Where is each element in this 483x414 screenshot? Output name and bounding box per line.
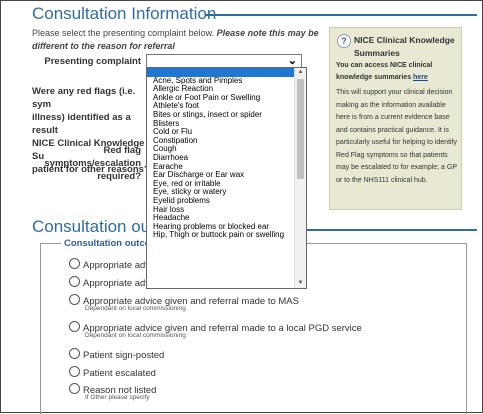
chevron-down-icon: ⌄: [287, 55, 297, 67]
presenting-complaint-label: Presenting complaint: [44, 56, 141, 67]
dropdown-option[interactable]: Blisters: [147, 120, 294, 129]
radio-button[interactable]: [69, 294, 80, 305]
scroll-up-arrow-icon[interactable]: ▲: [295, 68, 306, 77]
dropdown-option[interactable]: Bites or stings, insect or spider: [147, 111, 294, 120]
radio-button[interactable]: [69, 348, 80, 359]
dropdown-option[interactable]: Cough: [147, 145, 294, 154]
intro-text: Please select the presenting complaint b…: [32, 28, 319, 51]
outcome-option-advice-2[interactable]: Appropriate advic: [69, 273, 157, 291]
dropdown-option[interactable]: Eye, red or irritable: [147, 180, 294, 189]
nice-info-box: ? NICE Clinical Knowledge Summaries You …: [329, 27, 462, 210]
section-divider: [205, 14, 477, 16]
dropdown-option[interactable]: Diarrhoea: [147, 154, 294, 163]
dropdown-option[interactable]: Acne, Spots and Pimples: [147, 77, 294, 86]
outcome-note-pgd: Dependant on local commissioning: [85, 332, 186, 339]
dropdown-option[interactable]: Headache: [147, 214, 294, 223]
outcome-option-signposted[interactable]: Patient sign-posted: [69, 345, 164, 363]
radio-button[interactable]: [69, 383, 80, 394]
radio-button[interactable]: [69, 258, 80, 269]
dropdown-scrollbar[interactable]: ▲ ▼: [294, 68, 306, 288]
nice-cks-link[interactable]: here: [413, 74, 428, 81]
outcome-note-other: If Other please specify: [85, 394, 150, 401]
dropdown-option[interactable]: Constipation: [147, 137, 294, 146]
nice-box-title: NICE Clinical Knowledge Summaries: [354, 35, 455, 58]
help-icon: ?: [337, 34, 351, 48]
scroll-down-arrow-icon[interactable]: ▼: [295, 279, 306, 288]
dropdown-option[interactable]: Hearing problems or blocked ear: [147, 223, 294, 232]
nice-box-body: This will support your clinical decision…: [336, 89, 458, 184]
dropdown-option[interactable]: Eye, sticky or watery: [147, 188, 294, 197]
dropdown-option[interactable]: Cold or Flu: [147, 128, 294, 137]
radio-button[interactable]: [69, 321, 80, 332]
dropdown-option[interactable]: [147, 68, 294, 77]
dropdown-options: Acne, Spots and Pimples Allergic Reaction…: [147, 68, 294, 240]
outcome-note-mas: Dependant on local commissioning: [85, 305, 186, 312]
dropdown-option[interactable]: Ankle or Foot Pain or Swelling: [147, 94, 294, 103]
outcome-option-advice-1[interactable]: Appropriate advic: [69, 255, 157, 273]
radio-button[interactable]: [69, 366, 80, 377]
radio-button[interactable]: [69, 276, 80, 287]
consultation-info-title: Consultation Information: [32, 4, 217, 23]
nice-box-lead: You can access NICE clinical knowledge s…: [336, 62, 433, 81]
presenting-complaint-dropdown[interactable]: Acne, Spots and Pimples Allergic Reaction…: [146, 67, 307, 289]
consultation-outcome-legend: Consultation outcor: [61, 238, 159, 249]
outcome-option-escalated[interactable]: Patient escalated: [69, 363, 156, 381]
dropdown-option[interactable]: Eyelid problems: [147, 197, 294, 206]
outcome-section-divider: [307, 229, 477, 231]
dropdown-option[interactable]: Earache: [147, 163, 294, 172]
scroll-thumb[interactable]: [297, 79, 304, 179]
dropdown-option[interactable]: Allergic Reaction: [147, 85, 294, 94]
dropdown-option[interactable]: Hair loss: [147, 206, 294, 215]
dropdown-option[interactable]: Athlete's foot: [147, 102, 294, 111]
dropdown-option[interactable]: Ear Discharge or Ear wax: [147, 171, 294, 180]
red-flag-escalation-label: Red flag symptoms/escalation required?: [44, 145, 141, 182]
dropdown-option[interactable]: Hip, Thigh or buttock pain or swelling: [147, 231, 294, 240]
